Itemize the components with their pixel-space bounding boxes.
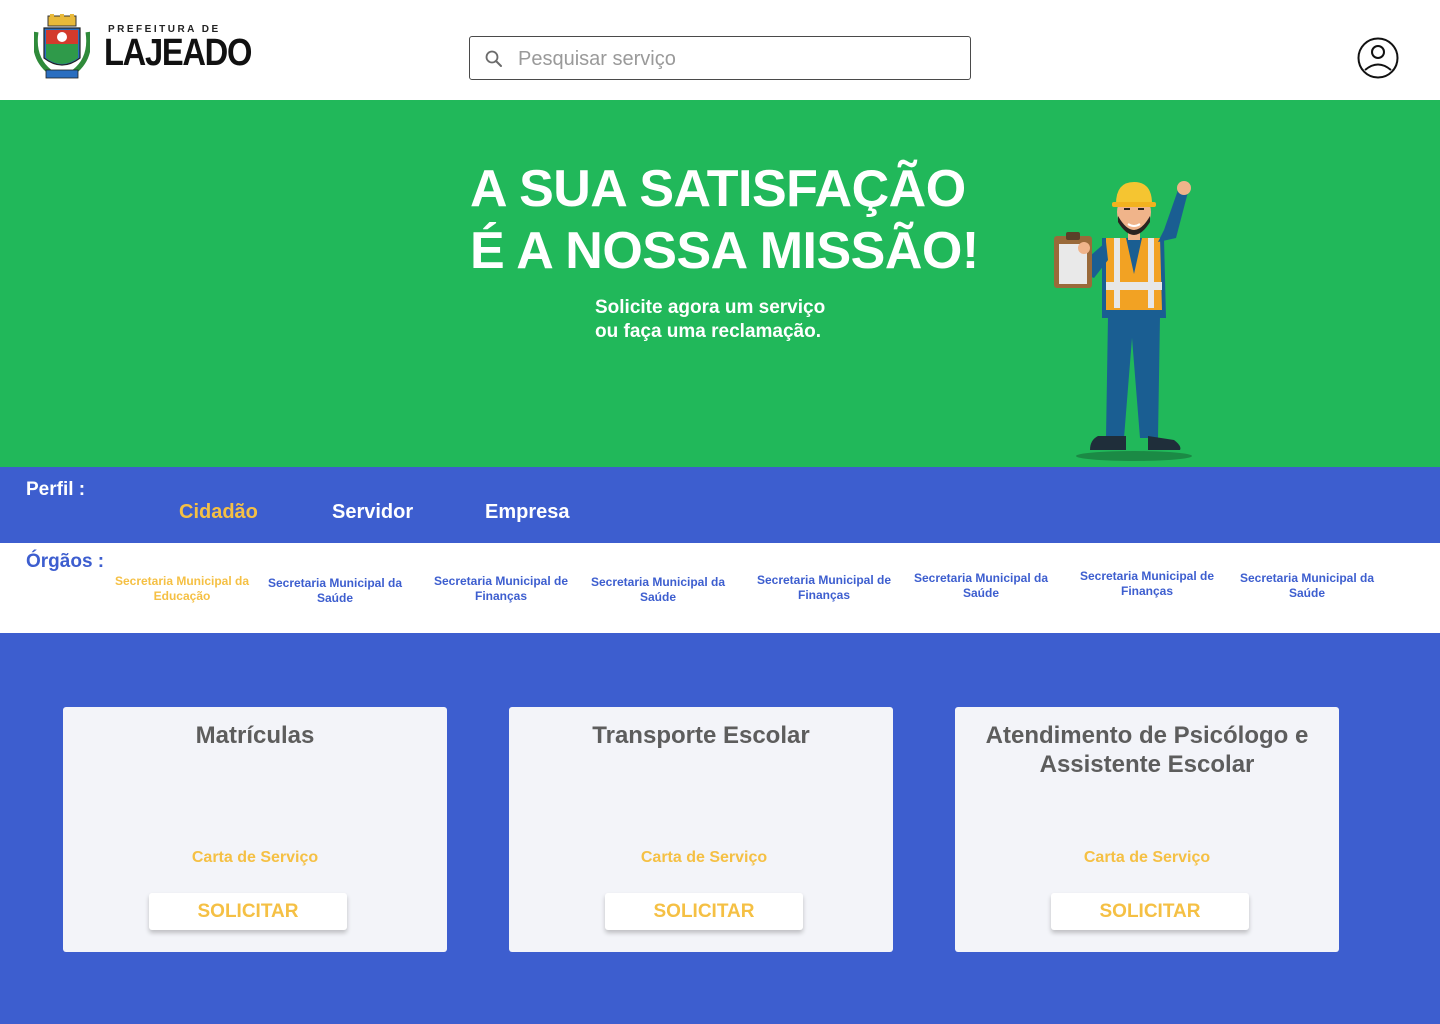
department-name: Secretaria Municipal da bbox=[267, 576, 403, 590]
departments-bar: Órgãos : Secretaria Municipal da Educaçã… bbox=[0, 543, 1440, 633]
department-area: Educação bbox=[153, 589, 211, 603]
departments-label: Órgãos : bbox=[26, 551, 105, 572]
department-name: Secretaria Municipal da bbox=[590, 575, 726, 589]
department-name: Secretaria Municipal de bbox=[433, 574, 569, 588]
department-name: Secretaria Municipal da bbox=[913, 571, 1049, 585]
service-card: Matrículas Carta de Serviço SOLICITAR bbox=[63, 707, 447, 952]
worker-illustration bbox=[1054, 181, 1192, 461]
department-area: Finanças bbox=[797, 588, 851, 602]
department-name: Secretaria Municipal da bbox=[114, 574, 250, 588]
profile-bar: Perfil : Cidadão Servidor Empresa bbox=[0, 467, 1440, 543]
service-charter-link[interactable]: Carta de Serviço bbox=[515, 849, 893, 867]
department-item[interactable]: Secretaria Municipal da Saúde bbox=[906, 571, 1056, 601]
department-area: Finanças bbox=[474, 589, 528, 603]
service-charter-link[interactable]: Carta de Serviço bbox=[63, 849, 447, 867]
tab-servidor[interactable]: Servidor bbox=[332, 501, 413, 524]
department-area: Saúde bbox=[962, 586, 999, 600]
department-item[interactable]: Secretaria Municipal da Saúde bbox=[260, 576, 410, 606]
search-input[interactable] bbox=[518, 43, 958, 75]
service-title: Matrículas bbox=[195, 722, 315, 749]
department-item[interactable]: Secretaria Municipal da Saúde bbox=[1232, 571, 1382, 601]
request-button[interactable]: SOLICITAR bbox=[605, 893, 803, 930]
hero-subtitle-line2: ou faça uma reclamação. bbox=[595, 321, 821, 342]
department-item[interactable]: Secretaria Municipal de Finanças bbox=[426, 574, 576, 604]
service-title: Atendimento de Psicólogo e Assistente Es… bbox=[985, 722, 1309, 778]
hero-banner: A SUA SATISFAÇÃO É A NOSSA MISSÃO! Solic… bbox=[0, 100, 1440, 467]
search-box[interactable] bbox=[469, 36, 971, 80]
department-item[interactable]: Secretaria Municipal da Saúde bbox=[583, 575, 733, 605]
request-button[interactable]: SOLICITAR bbox=[149, 893, 347, 930]
department-item[interactable]: Secretaria Municipal da Educação bbox=[107, 574, 257, 604]
profile-label: Perfil : bbox=[26, 479, 86, 500]
department-name: Secretaria Municipal da bbox=[1239, 571, 1375, 585]
header: PREFEITURA DE LAJEADO bbox=[0, 0, 1440, 100]
department-area: Saúde bbox=[1288, 586, 1325, 600]
department-item[interactable]: Secretaria Municipal de Finanças bbox=[1072, 569, 1222, 599]
lajeado-logo[interactable]: PREFEITURA DE LAJEADO bbox=[34, 14, 252, 86]
hero-subtitle-line1: Solicite agora um serviço bbox=[595, 297, 826, 318]
hero-title-line1: A SUA SATISFAÇÃO bbox=[470, 160, 966, 218]
hero-title-line2: É A NOSSA MISSÃO! bbox=[470, 222, 979, 280]
search-icon bbox=[485, 50, 502, 67]
service-charter-link[interactable]: Carta de Serviço bbox=[955, 849, 1339, 867]
department-name: Secretaria Municipal de bbox=[1079, 569, 1215, 583]
department-area: Saúde bbox=[639, 590, 676, 604]
logo-city-name: LAJEADO bbox=[104, 32, 252, 74]
request-button[interactable]: SOLICITAR bbox=[1051, 893, 1249, 930]
department-name: Secretaria Municipal de bbox=[756, 573, 892, 587]
tab-empresa[interactable]: Empresa bbox=[485, 501, 570, 524]
city-crest-icon bbox=[34, 14, 90, 79]
service-title: Transporte Escolar bbox=[592, 722, 810, 749]
department-item[interactable]: Secretaria Municipal de Finanças bbox=[749, 573, 899, 603]
user-circle-icon[interactable] bbox=[1357, 37, 1399, 79]
hero-title: A SUA SATISFAÇÃO É A NOSSA MISSÃO! bbox=[470, 158, 1030, 282]
hero-subtitle: Solicite agora um serviço ou faça uma re… bbox=[595, 296, 915, 344]
service-card: Atendimento de Psicólogo e Assistente Es… bbox=[955, 707, 1339, 952]
department-area: Saúde bbox=[316, 591, 353, 605]
service-card: Transporte Escolar Carta de Serviço SOLI… bbox=[509, 707, 893, 952]
tab-cidadao[interactable]: Cidadão bbox=[179, 501, 258, 524]
department-area: Finanças bbox=[1120, 584, 1174, 598]
